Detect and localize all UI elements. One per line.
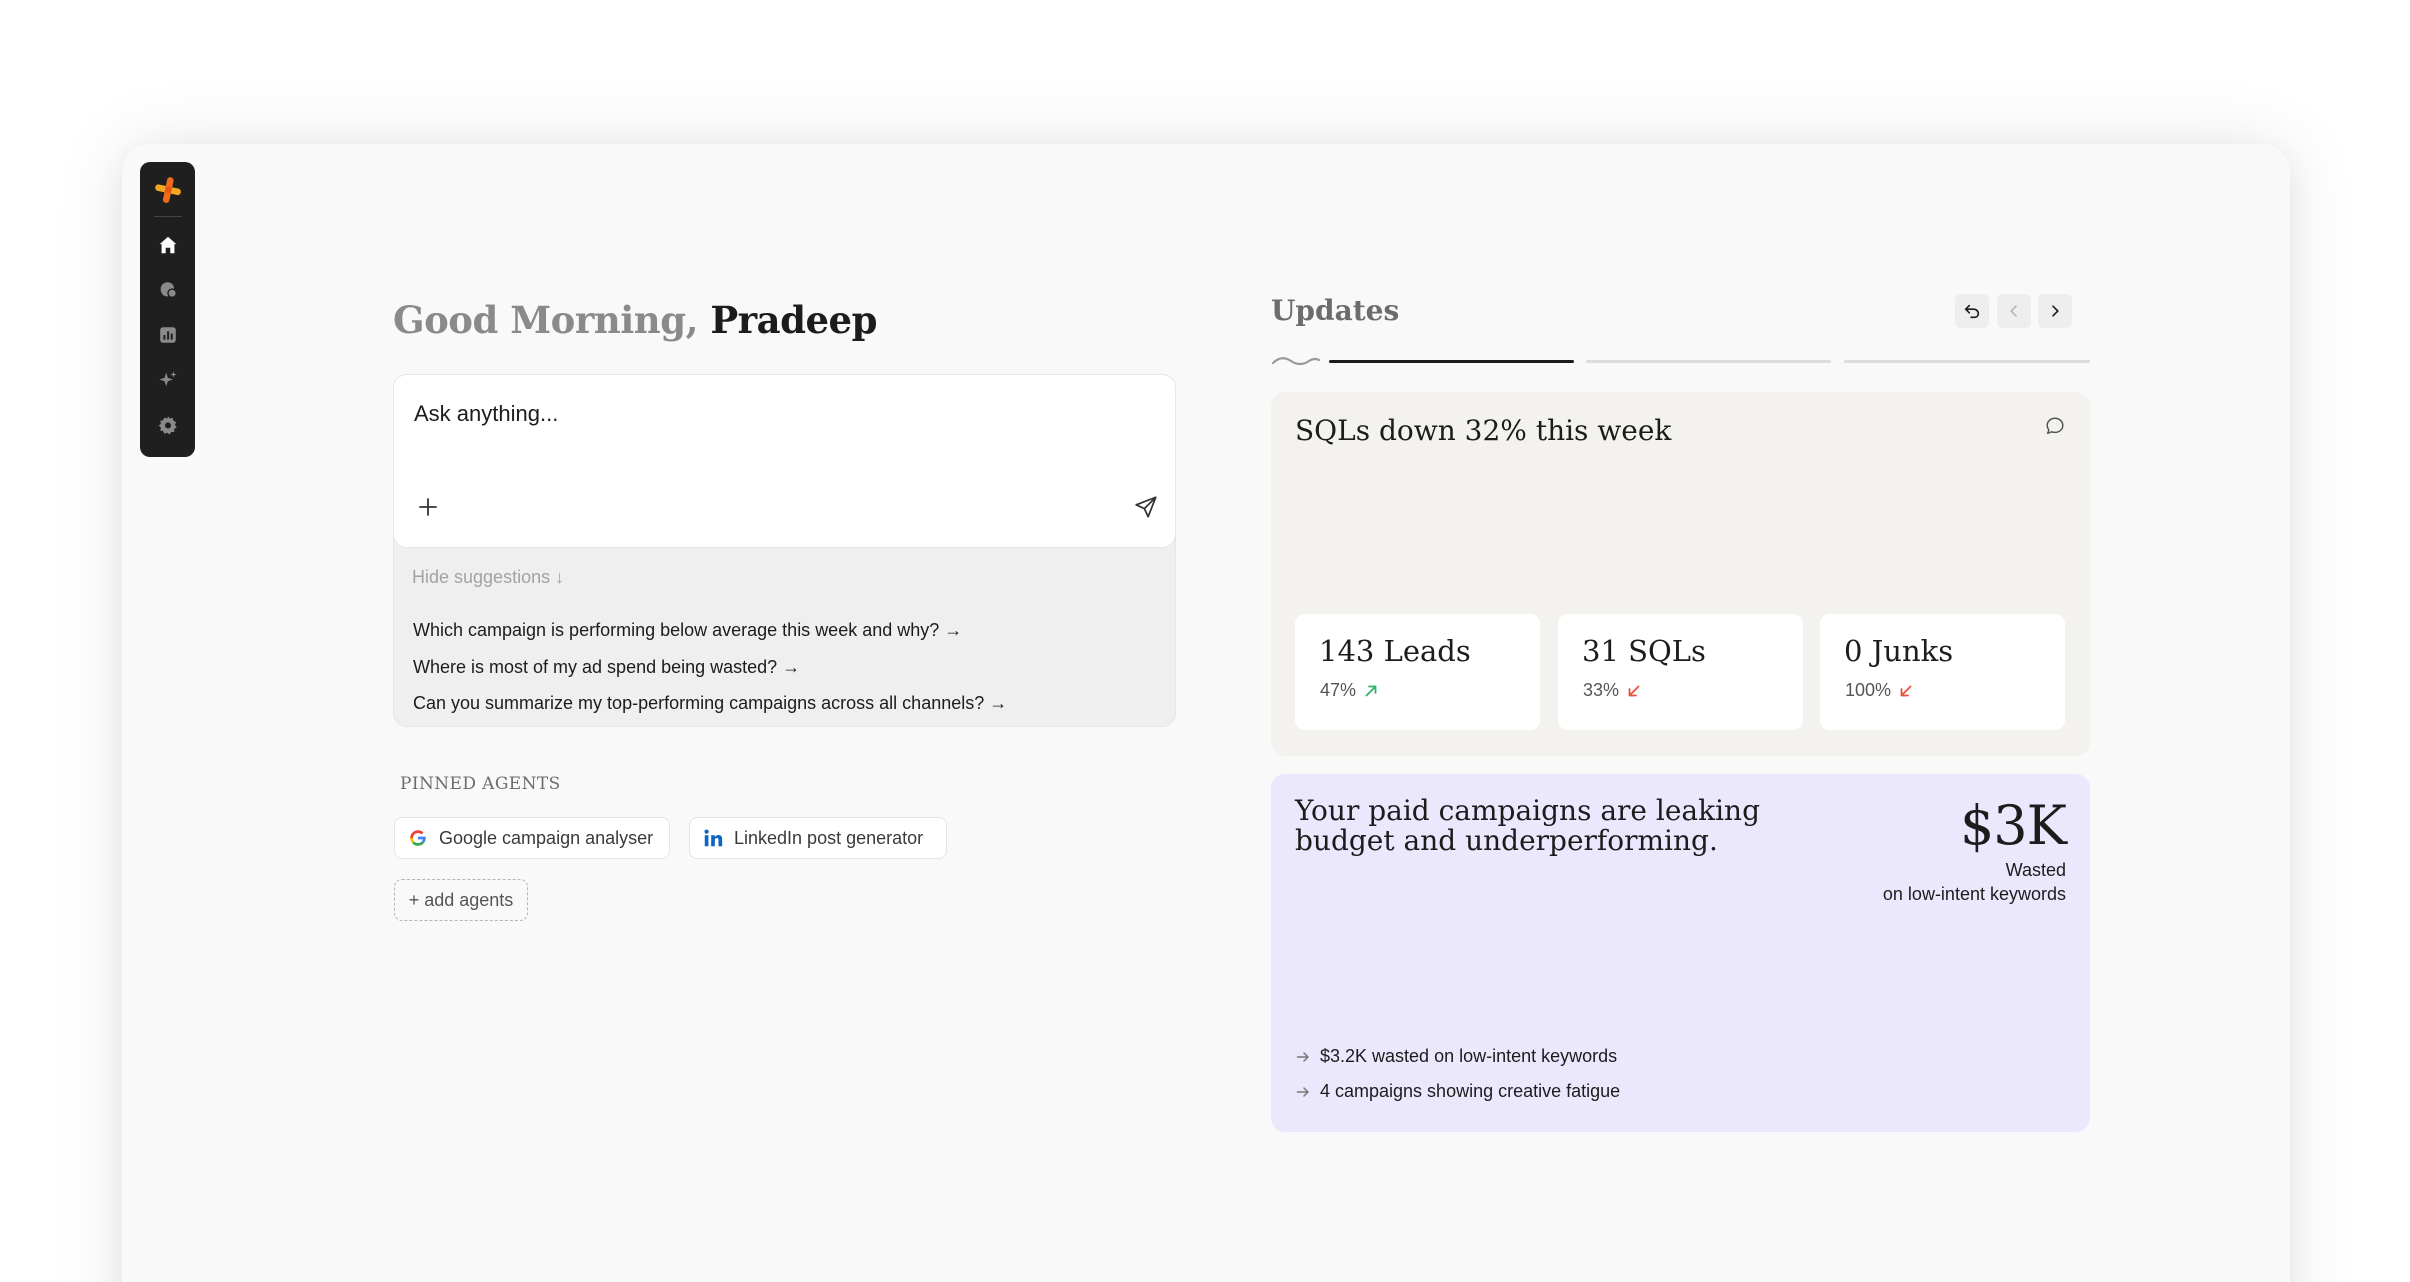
sidebar-item-home[interactable] xyxy=(148,225,188,265)
trend-up-icon xyxy=(1365,685,1377,696)
stat-value: 0 Junks xyxy=(1844,634,1954,668)
hide-suggestions-button[interactable]: Hide suggestions ↓ xyxy=(412,567,564,588)
budget-point-text: $3.2K wasted on low-intent keywords xyxy=(1320,1046,1618,1066)
chevron-left-icon xyxy=(2010,305,2017,317)
agent-chip-linkedin[interactable]: LinkedIn post generator xyxy=(689,817,947,859)
sidebar-item-chat[interactable] xyxy=(148,270,188,310)
sidebar-item-analytics[interactable] xyxy=(148,315,188,355)
budget-point: $3.2K wasted on low-intent keywords xyxy=(1295,1046,1617,1067)
budget-point: 4 campaigns showing creative fatigue xyxy=(1295,1081,1620,1102)
plus-icon xyxy=(419,498,437,516)
pinned-agents-title: PINNED AGENTS xyxy=(400,774,561,794)
agent-label: LinkedIn post generator xyxy=(734,827,924,848)
stat-value: 31 SQLs xyxy=(1582,634,1706,668)
arrow-right-icon xyxy=(1296,1086,1309,1097)
updates-title: Updates xyxy=(1271,294,1400,327)
greeting-prefix: Good Morning, xyxy=(393,298,698,342)
linkedin-icon xyxy=(704,829,723,847)
stat-card-leads: 143 Leads 47% xyxy=(1295,614,1540,730)
progress-wave-icon xyxy=(1271,357,1321,366)
home-icon xyxy=(159,236,176,254)
ask-input[interactable] xyxy=(414,401,1114,427)
stat-change: 33% xyxy=(1583,680,1641,701)
stat-value: 143 Leads xyxy=(1319,634,1471,668)
progress-segment[interactable] xyxy=(1586,360,1831,363)
stat-change: 100% xyxy=(1845,680,1913,701)
analytics-icon xyxy=(159,327,176,343)
arrow-right-icon xyxy=(1296,1051,1309,1062)
stat-percent: 47% xyxy=(1320,680,1357,700)
comment-button[interactable] xyxy=(2041,412,2069,440)
sidebar-divider xyxy=(153,216,182,217)
google-icon xyxy=(410,830,426,846)
attach-button[interactable] xyxy=(414,493,442,521)
sql-update-card: SQLs down 32% this week 143 Leads 47% 31… xyxy=(1271,392,2090,756)
suggestion-item[interactable]: Where is most of my ad spend being waste… xyxy=(413,657,1007,694)
wasted-amount: $3K xyxy=(1959,794,2067,857)
budget-update-card[interactable]: Your paid campaigns are leaking budget a… xyxy=(1271,774,2090,1132)
send-button[interactable] xyxy=(1130,491,1162,523)
chevron-right-icon xyxy=(2052,305,2059,317)
budget-card-headline: Your paid campaigns are leaking budget a… xyxy=(1295,794,1760,857)
stat-percent: 100% xyxy=(1845,680,1892,700)
sql-card-title: SQLs down 32% this week xyxy=(1295,414,1672,447)
agent-chip-google[interactable]: Google campaign analyser xyxy=(394,817,670,859)
suggestion-item[interactable]: Can you summarize my top-performing camp… xyxy=(413,693,1007,730)
progress-segment[interactable] xyxy=(1844,360,2090,363)
trend-down-icon xyxy=(1900,685,1912,696)
sidebar-item-ai[interactable] xyxy=(148,360,188,400)
settings-icon xyxy=(158,416,177,435)
next-button[interactable] xyxy=(2038,294,2072,328)
trend-down-icon xyxy=(1628,685,1640,696)
sidebar xyxy=(140,162,195,457)
user-name: Pradeep xyxy=(710,298,877,342)
stat-percent: 33% xyxy=(1583,680,1620,700)
agent-label: Google campaign analyser xyxy=(439,827,654,848)
stat-change: 47% xyxy=(1320,680,1378,701)
progress-segment-active[interactable] xyxy=(1329,360,1574,363)
ask-panel: Hide suggestions ↓ Which campaign is per… xyxy=(393,374,1176,727)
send-icon xyxy=(1135,496,1157,518)
stat-card-sqls: 31 SQLs 33% xyxy=(1558,614,1803,730)
comment-icon xyxy=(2046,417,2064,435)
undo-icon xyxy=(1964,304,1980,319)
wasted-caption: Wasted xyxy=(2005,860,2066,880)
sidebar-item-settings[interactable] xyxy=(148,405,188,445)
wasted-caption-detail: on low-intent keywords xyxy=(1882,884,2066,904)
suggestions-list: Which campaign is performing below avera… xyxy=(413,620,1007,730)
suggestion-item[interactable]: Which campaign is performing below avera… xyxy=(413,620,1007,657)
previous-button[interactable] xyxy=(1997,294,2031,328)
logo-icon[interactable] xyxy=(152,174,184,206)
chat-icon xyxy=(160,282,177,299)
sparkle-icon xyxy=(158,371,177,387)
stat-card-junks: 0 Junks 100% xyxy=(1820,614,2065,730)
refresh-button[interactable] xyxy=(1955,294,1989,328)
greeting-heading: Good Morning, Pradeep xyxy=(393,298,877,342)
budget-point-text: 4 campaigns showing creative fatigue xyxy=(1320,1081,1621,1101)
ask-box xyxy=(393,374,1176,548)
app-window: Good Morning, Pradeep Hide suggestions ↓… xyxy=(122,144,2290,1282)
add-agents-button[interactable]: + add agents xyxy=(394,879,528,921)
